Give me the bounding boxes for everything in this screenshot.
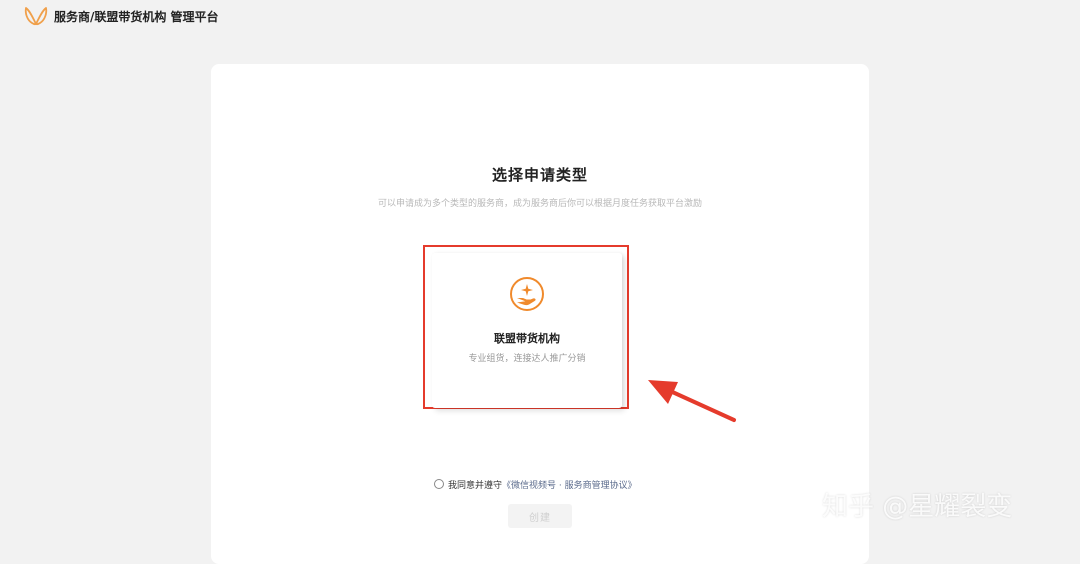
agreement-row: 我同意并遵守 《微信视频号 · 服务商管理协议》 (434, 477, 637, 491)
page-subtitle: 可以申请成为多个类型的服务商，成为服务商后你可以根据月度任务获取平台激励 (377, 199, 702, 209)
option-card-affiliate-agency[interactable]: 联盟带货机构 专业组货，连接达人推广分销 (432, 253, 622, 408)
option-description: 专业组货，连接达人推广分销 (468, 354, 586, 364)
app-title: 服务商/联盟带货机构 管理平台 (54, 10, 219, 24)
agreement-text: 我同意并遵守 (448, 480, 503, 491)
create-button[interactable]: 创建 (508, 504, 572, 528)
option-title: 联盟带货机构 (494, 332, 560, 345)
annotation-arrow-icon (648, 380, 736, 422)
page-title: 选择申请类型 (491, 166, 588, 184)
top-bar: 服务商/联盟带货机构 管理平台 (0, 0, 1080, 34)
application-type-panel: 选择申请类型 可以申请成为多个类型的服务商，成为服务商后你可以根据月度任务获取平… (211, 64, 869, 564)
agreement-radio[interactable] (434, 479, 444, 489)
agreement-link[interactable]: 《微信视频号 · 服务商管理协议》 (502, 478, 637, 491)
butterfly-logo-icon (24, 7, 48, 26)
watermark: 知乎 @星耀裂变 (822, 492, 1013, 522)
hand-star-icon (510, 277, 544, 311)
